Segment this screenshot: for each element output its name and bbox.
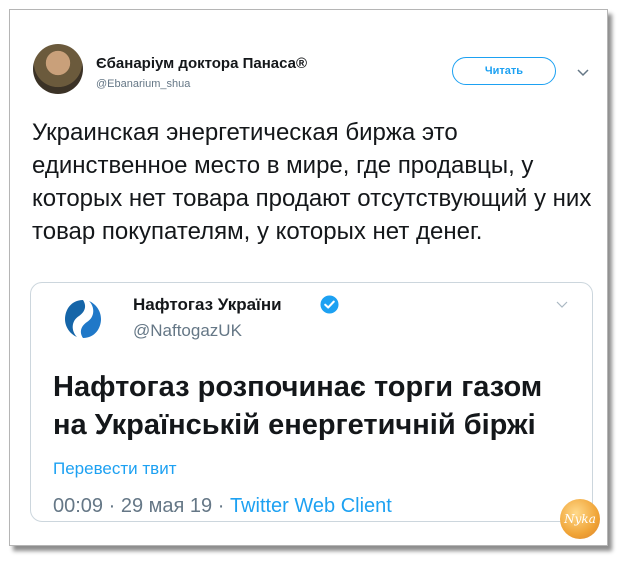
chevron-down-icon[interactable] [577, 69, 589, 77]
meta-separator: · [217, 495, 230, 517]
quoted-author-name[interactable]: Нафтогаз України [133, 295, 282, 315]
naftogaz-logo-icon [62, 298, 104, 340]
follow-button-label: Читать [484, 65, 524, 77]
tweet-date[interactable]: 29 мая 19 [121, 495, 212, 517]
watermark-logo: Nyka [560, 499, 600, 539]
tweet-text: Украинская энергетическая биржа это един… [32, 119, 592, 245]
meta-separator: · [108, 495, 121, 517]
tweet-client[interactable]: Twitter Web Client [230, 495, 392, 517]
author-avatar[interactable] [33, 44, 83, 94]
verified-badge-icon [320, 295, 339, 314]
author-name[interactable]: Єбанаріум доктора Панаса® [96, 55, 307, 72]
author-handle[interactable]: @Ebanarium_shua [96, 78, 190, 90]
quoted-chevron-down-icon[interactable] [556, 301, 568, 309]
follow-button[interactable]: Читать [452, 57, 556, 85]
tweet-meta: 00:09 · 29 мая 19 · Twitter Web Client [53, 495, 392, 518]
quoted-author-handle[interactable]: @NaftogazUK [133, 321, 242, 341]
watermark-text: Nyka [564, 512, 596, 526]
quoted-tweet-text: Нафтогаз розпочинає торги газом на Украї… [53, 371, 543, 441]
tweet-time[interactable]: 00:09 [53, 495, 103, 517]
translate-link[interactable]: Перевести твит [53, 459, 176, 479]
